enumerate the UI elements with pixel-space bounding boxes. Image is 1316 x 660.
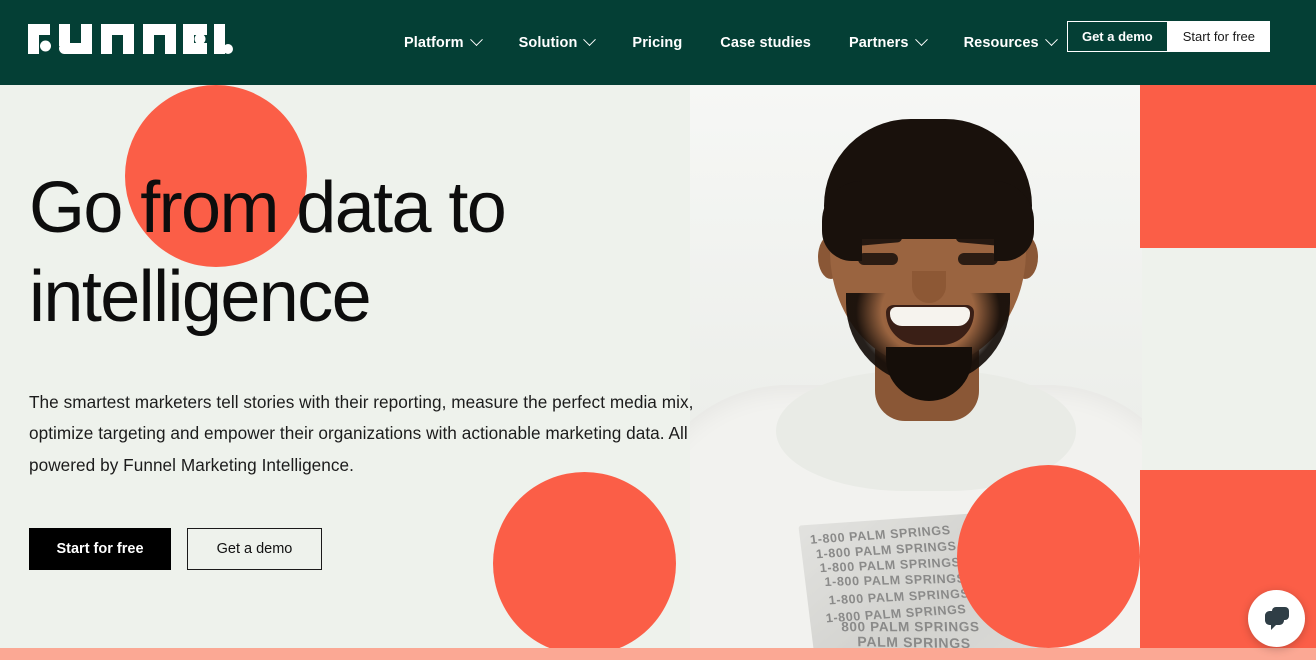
hero-get-a-demo-button[interactable]: Get a demo <box>187 528 322 571</box>
chevron-down-icon <box>469 33 483 47</box>
bottom-accent-strip <box>0 648 1316 660</box>
decorative-circle-right <box>957 465 1140 648</box>
nav-item-label: Pricing <box>632 34 683 51</box>
chevron-down-icon <box>583 33 597 47</box>
hero-copy: Go from data to intelligence The smartes… <box>29 85 729 571</box>
nav-item-resources[interactable]: Resources <box>963 27 1058 59</box>
hero-cta-row: Start for free Get a demo <box>29 528 729 571</box>
funnel-wordmark-logo-icon <box>28 24 233 54</box>
nav-item-label: Platform <box>404 34 464 51</box>
site-header: Platform Solution Pricing Case studies P… <box>0 0 1316 85</box>
chevron-down-icon <box>1044 33 1058 47</box>
nav-item-label: Case studies <box>720 34 811 51</box>
nav-item-partners[interactable]: Partners <box>848 27 928 59</box>
nav-item-label: Partners <box>848 34 909 51</box>
chat-widget-button[interactable] <box>1248 590 1305 647</box>
decorative-rectangle-top-right <box>1140 85 1316 248</box>
nav-item-label: Resources <box>963 34 1039 51</box>
hero-section: 1-800 PALM SPRINGS 1-800 PALM SPRINGS 1-… <box>0 85 1316 660</box>
nav-item-solution[interactable]: Solution <box>518 27 597 59</box>
hero-description: The smartest marketers tell stories with… <box>29 391 694 475</box>
nav-item-label: Solution <box>518 34 578 51</box>
page-root: Platform Solution Pricing Case studies P… <box>0 0 1316 660</box>
hero-start-for-free-button[interactable]: Start for free <box>29 528 171 571</box>
nav-item-pricing[interactable]: Pricing <box>632 27 682 59</box>
nav-item-case-studies[interactable]: Case studies <box>720 27 811 59</box>
header-get-a-demo-button[interactable]: Get a demo <box>1066 21 1168 52</box>
funnel-logo[interactable] <box>28 22 233 56</box>
headline-line-1: Go from data to <box>29 168 507 248</box>
headline-line-2: intelligence <box>29 257 372 338</box>
header-start-for-free-button[interactable]: Start for free <box>1167 21 1270 52</box>
main-navigation: Platform Solution Pricing Case studies P… <box>404 0 1058 85</box>
chevron-down-icon <box>914 33 928 47</box>
chat-bubbles-icon <box>1264 606 1289 630</box>
header-actions: Get a demo Start for free <box>1066 21 1270 52</box>
nav-item-platform[interactable]: Platform <box>404 27 483 59</box>
page-title: Go from data to intelligence <box>29 164 729 343</box>
